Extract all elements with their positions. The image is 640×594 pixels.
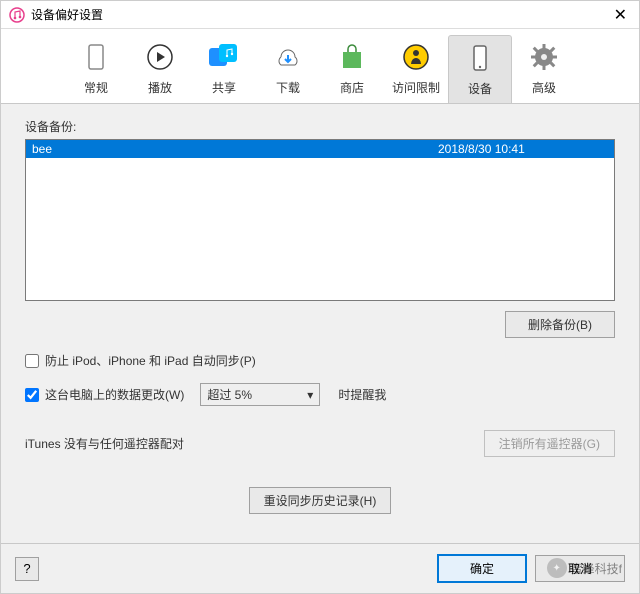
tab-bar: 常规 播放 共享 下载 商店 访问限制 设备 高级 — [1, 29, 639, 104]
warn-label: 这台电脑上的数据更改(W) — [45, 386, 184, 403]
reset-sync-history-button[interactable]: 重设同步历史记录(H) — [249, 487, 392, 514]
pairing-status: iTunes 没有与任何遥控器配对 — [25, 435, 184, 452]
tab-store[interactable]: 商店 — [320, 35, 384, 103]
backup-name: bee — [32, 142, 438, 156]
backup-date: 2018/8/30 10:41 — [438, 142, 608, 156]
tab-downloads[interactable]: 下载 — [256, 35, 320, 103]
tab-advanced[interactable]: 高级 — [512, 35, 576, 103]
warn-threshold-select[interactable]: 超过 5% ▾ — [200, 383, 320, 406]
warn-checkbox[interactable] — [25, 388, 39, 402]
prevent-sync-label: 防止 iPod、iPhone 和 iPad 自动同步(P) — [45, 352, 256, 369]
backup-row[interactable]: bee 2018/8/30 10:41 — [26, 140, 614, 158]
general-icon — [78, 39, 114, 75]
backup-list[interactable]: bee 2018/8/30 10:41 — [25, 139, 615, 301]
tab-sharing[interactable]: 共享 — [192, 35, 256, 103]
close-icon[interactable]: ✕ — [610, 5, 631, 25]
play-icon — [142, 39, 178, 75]
tab-general[interactable]: 常规 — [64, 35, 128, 103]
backup-label: 设备备份: — [25, 118, 615, 135]
tab-playback[interactable]: 播放 — [128, 35, 192, 103]
titlebar: 设备偏好设置 ✕ — [1, 1, 639, 29]
cancel-button[interactable]: 取消 — [535, 555, 625, 582]
delete-backup-button[interactable]: 删除备份(B) — [505, 311, 615, 338]
tab-devices[interactable]: 设备 — [448, 35, 512, 103]
window-title: 设备偏好设置 — [31, 6, 610, 23]
devices-icon — [462, 40, 498, 76]
forget-remotes-button: 注销所有遥控器(G) — [484, 430, 615, 457]
bottom-bar: ? 确定 取消 — [1, 543, 639, 593]
restrictions-icon — [398, 39, 434, 75]
store-icon — [334, 39, 370, 75]
download-icon — [270, 39, 306, 75]
tab-restrictions[interactable]: 访问限制 — [384, 35, 448, 103]
warn-suffix: 时提醒我 — [338, 386, 386, 403]
gear-icon — [526, 39, 562, 75]
chevron-down-icon: ▾ — [307, 388, 313, 402]
help-button[interactable]: ? — [15, 557, 39, 581]
itunes-icon — [9, 7, 25, 23]
ok-button[interactable]: 确定 — [437, 554, 527, 583]
sharing-icon — [206, 39, 242, 75]
prevent-sync-checkbox[interactable] — [25, 354, 39, 368]
